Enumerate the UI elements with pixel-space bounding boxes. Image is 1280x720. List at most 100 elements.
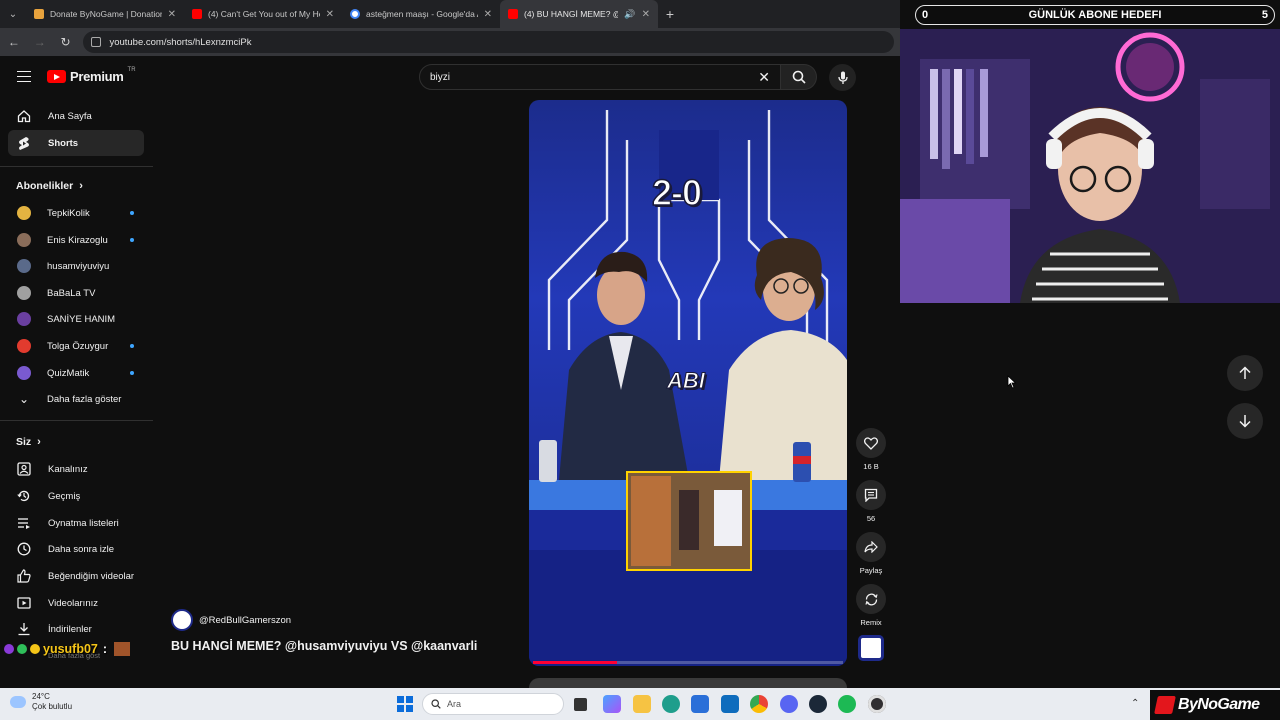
comment-count: 56 bbox=[866, 514, 876, 523]
subscriber-goal-bar: 0 GÜNLÜK ABONE HEDEFI 5 bbox=[915, 5, 1275, 25]
steam-icon[interactable] bbox=[809, 695, 827, 713]
subscriptions-header[interactable]: Abonelikler › bbox=[16, 180, 83, 192]
share-control: Paylaş bbox=[856, 532, 886, 575]
bynogame-brand-badge: ByNoGame bbox=[1150, 690, 1280, 720]
taskbar-search[interactable]: Ara bbox=[422, 693, 564, 715]
share-button[interactable] bbox=[856, 532, 886, 562]
sidebar-item-home[interactable]: Ana Sayfa bbox=[8, 103, 144, 129]
search-field[interactable]: ✕ bbox=[419, 64, 781, 90]
show-more-button[interactable]: ⌄ Daha fazla göster bbox=[8, 386, 144, 412]
youtube-favicon-icon bbox=[192, 9, 202, 19]
sidebar-item-playlists[interactable]: Oynatma listeleri bbox=[8, 510, 144, 536]
sidebar-item-tepkikolik[interactable]: TepkiKolik bbox=[8, 200, 144, 226]
edge-browser-icon[interactable] bbox=[662, 695, 680, 713]
youtube-page: Premium TR ✕ Ana Sayfa Shorts Abonelikle… bbox=[0, 56, 900, 690]
sidebar-item-babala-tv[interactable]: BaBaLa TV bbox=[8, 280, 144, 306]
clear-search-icon[interactable]: ✕ bbox=[758, 69, 770, 86]
task-view-icon[interactable] bbox=[574, 698, 587, 711]
chevron-down-icon: ⌄ bbox=[18, 392, 30, 406]
new-tab-plus-icon[interactable]: + bbox=[658, 6, 682, 22]
you-header[interactable]: Siz › bbox=[16, 436, 41, 448]
search-icon bbox=[431, 699, 441, 709]
sidebar-item-watch-later[interactable]: Daha sonra izle bbox=[8, 536, 144, 562]
sidebar-item-saniye-hanim[interactable]: SANİYE HANIM bbox=[8, 306, 144, 332]
sidebar: Ana Sayfa Shorts Abonelikler › TepkiKoli… bbox=[0, 100, 153, 688]
browser-tab-donate[interactable]: Donate ByNoGame | Donations ✕ bbox=[26, 0, 184, 28]
download-icon bbox=[16, 621, 32, 637]
sound-channel-thumbnail[interactable] bbox=[858, 635, 884, 661]
next-short-button[interactable] bbox=[1227, 403, 1263, 439]
video-progress-bar[interactable] bbox=[533, 661, 843, 664]
store-icon[interactable] bbox=[691, 695, 709, 713]
tab-search-chevron-icon[interactable]: ⌄ bbox=[0, 0, 26, 28]
thumbs-up-icon bbox=[16, 568, 32, 584]
previous-short-button[interactable] bbox=[1227, 355, 1263, 391]
discord-icon[interactable] bbox=[780, 695, 798, 713]
tab-title: asteğmen maaşı - Google'da Ara bbox=[366, 9, 478, 19]
menu-hamburger-icon[interactable] bbox=[17, 71, 31, 82]
windows-taskbar: 24°C Çok bulutlu Ara ⌃ bbox=[0, 688, 1280, 720]
clock-icon bbox=[16, 541, 32, 557]
sidebar-item-husamviyuviyu[interactable]: husamviyuviyu bbox=[8, 253, 144, 279]
partly-cloudy-icon bbox=[8, 693, 26, 708]
reload-icon[interactable]: ↻ bbox=[58, 35, 74, 49]
forward-arrow-icon[interactable]: → bbox=[32, 35, 48, 49]
sidebar-item-label: Oynatma listeleri bbox=[48, 517, 119, 529]
widgets-icon[interactable] bbox=[603, 695, 621, 713]
sidebar-item-shorts[interactable]: Shorts bbox=[8, 130, 144, 156]
audio-playing-icon[interactable]: 🔊 bbox=[624, 9, 635, 20]
home-icon bbox=[16, 108, 32, 124]
tab-close-icon[interactable]: ✕ bbox=[484, 9, 492, 20]
youtube-premium-logo[interactable]: Premium TR bbox=[47, 67, 136, 84]
sidebar-item-tolga-ozuygur[interactable]: Tolga Özuygur bbox=[8, 333, 144, 359]
short-title[interactable]: BU HANGİ MEME? @husamviyuviyu VS @kaanva… bbox=[171, 639, 477, 653]
short-channel[interactable]: @RedBullGamerszon bbox=[171, 609, 291, 631]
avatar bbox=[17, 366, 31, 380]
like-button[interactable] bbox=[856, 428, 886, 458]
new-content-dot bbox=[130, 211, 134, 215]
tab-close-icon[interactable]: ✕ bbox=[642, 9, 650, 20]
back-arrow-icon[interactable]: ← bbox=[6, 35, 22, 49]
subscription-name: husamviyuviyu bbox=[47, 260, 110, 272]
goal-target: 5 bbox=[1261, 9, 1268, 21]
chat-emote-icon bbox=[114, 642, 131, 656]
tab-close-icon[interactable]: ✕ bbox=[168, 9, 176, 20]
google-favicon-icon bbox=[350, 9, 360, 19]
taskbar-search-placeholder: Ara bbox=[447, 699, 462, 709]
voice-search-button[interactable] bbox=[829, 64, 856, 91]
search-button[interactable] bbox=[781, 64, 817, 90]
comment-control: 56 bbox=[856, 480, 886, 523]
history-icon bbox=[16, 488, 32, 504]
sidebar-item-label: Shorts bbox=[48, 137, 79, 149]
weather-widget[interactable]: 24°C Çok bulutlu bbox=[8, 692, 72, 712]
sidebar-item-label: Daha sonra izle bbox=[48, 543, 115, 555]
donate-favicon-icon bbox=[34, 9, 44, 19]
sidebar-item-history[interactable]: Geçmiş bbox=[8, 483, 144, 509]
remix-button[interactable] bbox=[856, 584, 886, 614]
shorts-video-player[interactable]: 2-0 ABI bbox=[529, 100, 847, 666]
chrome-icon[interactable] bbox=[750, 695, 768, 713]
tab-close-icon[interactable]: ✕ bbox=[326, 9, 334, 20]
browser-tab-active-short[interactable]: (4) BU HANGİ MEME? @husamviyuviyu 🔊 ✕ bbox=[500, 0, 658, 28]
sidebar-item-downloads[interactable]: İndirilenler bbox=[8, 616, 144, 642]
file-explorer-icon[interactable] bbox=[633, 695, 651, 713]
site-info-icon[interactable] bbox=[91, 37, 102, 47]
sidebar-item-quizmatik[interactable]: QuizMatik bbox=[8, 360, 144, 386]
browser-tab-song[interactable]: (4) Can't Get You out of My Head ✕ bbox=[184, 0, 342, 28]
address-bar[interactable]: youtube.com/shorts/hLexnzmciPk bbox=[83, 31, 894, 53]
show-more-label: Daha fazla göster bbox=[47, 393, 122, 405]
windows-start-button[interactable] bbox=[397, 696, 413, 712]
sidebar-item-liked-videos[interactable]: Beğendiğim videolar bbox=[8, 563, 144, 589]
search-input[interactable] bbox=[430, 71, 759, 83]
obs-icon[interactable] bbox=[868, 695, 886, 713]
sidebar-item-your-channel[interactable]: Kanalınız bbox=[8, 456, 144, 482]
comment-button[interactable] bbox=[856, 480, 886, 510]
spotify-icon[interactable] bbox=[838, 695, 856, 713]
gift-badge-icon bbox=[17, 644, 27, 654]
outlook-icon[interactable] bbox=[721, 695, 739, 713]
browser-tab-google[interactable]: asteğmen maaşı - Google'da Ara ✕ bbox=[342, 0, 500, 28]
system-tray-chevron-icon[interactable]: ⌃ bbox=[1131, 698, 1139, 709]
sidebar-item-your-videos[interactable]: Videolarınız bbox=[8, 590, 144, 616]
sidebar-item-enis-kirazoglu[interactable]: Enis Kirazoglu bbox=[8, 227, 144, 253]
search-bar: ✕ bbox=[419, 64, 817, 90]
